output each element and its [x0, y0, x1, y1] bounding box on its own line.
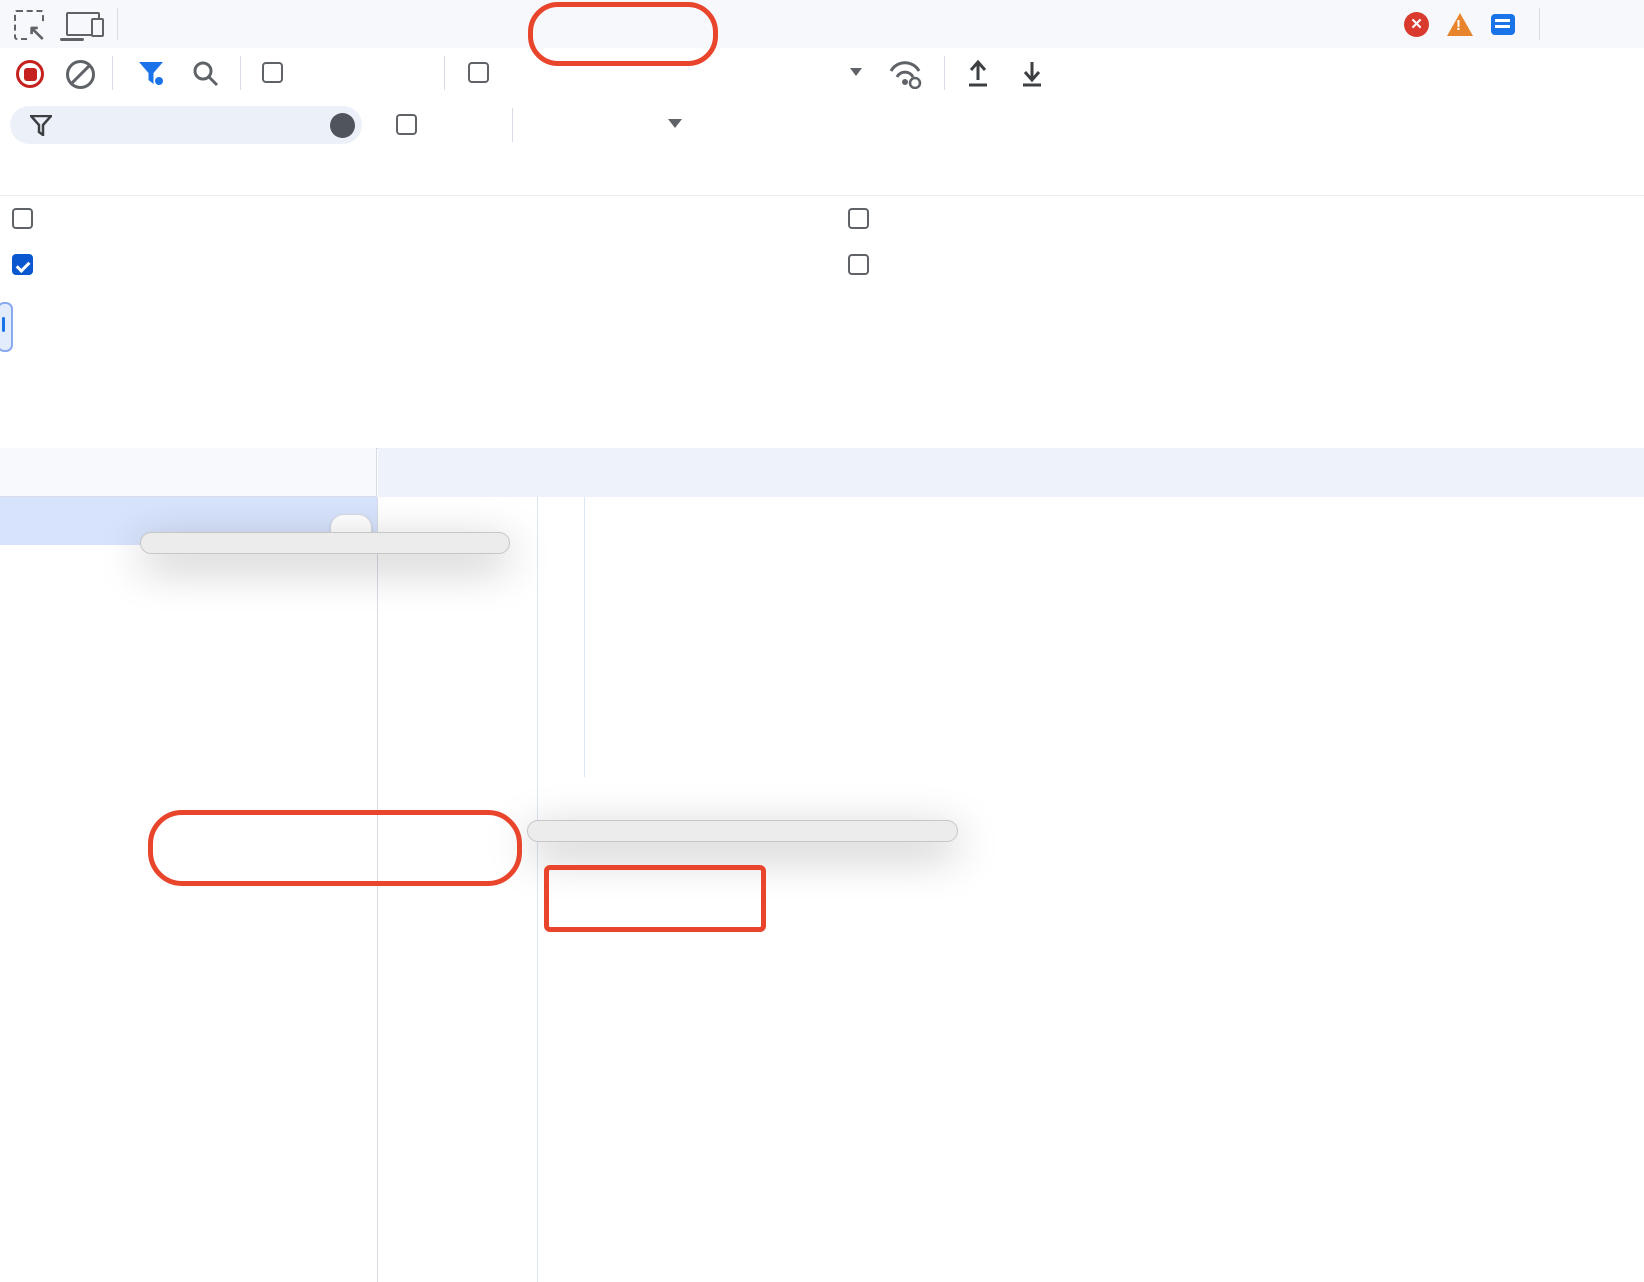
- devtools-tabbar: ↖ ✕: [0, 0, 1644, 49]
- filter-funnel-icon: [30, 115, 52, 136]
- name-column-header[interactable]: [0, 448, 377, 497]
- request-list: [0, 497, 378, 1282]
- context-menu: [140, 532, 510, 554]
- screenshots-checkbox[interactable]: [848, 254, 869, 275]
- toolbar-divider: [117, 8, 118, 40]
- toolbar-divider: [112, 56, 113, 90]
- annotation-circle-network: [528, 2, 718, 66]
- import-har-icon[interactable]: [964, 58, 992, 88]
- copy-submenu: [527, 820, 958, 842]
- detail-pane-tabbar: [378, 448, 1644, 498]
- console-badges: ✕: [1404, 0, 1524, 48]
- network-options-row-1: [0, 196, 1644, 242]
- message-icon[interactable]: [1491, 14, 1515, 35]
- throttling-caret-icon[interactable]: [850, 68, 862, 76]
- indent-guide: [537, 497, 538, 1282]
- overview-selection-handle[interactable]: [0, 302, 13, 352]
- big-request-rows-checkbox[interactable]: [12, 208, 33, 229]
- overview-checkbox[interactable]: [12, 254, 33, 275]
- network-overview-timeline[interactable]: [0, 288, 1644, 449]
- network-options-row-2: [0, 242, 1644, 288]
- error-icon[interactable]: ✕: [1404, 12, 1429, 37]
- network-conditions-icon[interactable]: [888, 59, 926, 89]
- annotation-rect-copy-as-curl: [544, 865, 766, 932]
- resource-type-chips: [0, 150, 1644, 196]
- toolbar-divider: [512, 108, 513, 142]
- filter-input[interactable]: [10, 106, 362, 144]
- indent-guide: [584, 497, 585, 777]
- devtools-window: ↖ ✕: [0, 0, 1644, 1282]
- toolbar-divider: [944, 56, 945, 90]
- toolbar-divider: [240, 56, 241, 90]
- invert-checkbox[interactable]: [396, 114, 417, 135]
- warning-icon[interactable]: [1447, 13, 1473, 36]
- export-har-icon[interactable]: [1018, 58, 1046, 88]
- search-icon[interactable]: [192, 60, 219, 87]
- device-toolbar-icon[interactable]: [66, 12, 100, 36]
- inspect-element-icon[interactable]: ↖: [14, 10, 44, 40]
- preserve-log-checkbox[interactable]: [262, 62, 283, 83]
- network-toolbar: [0, 48, 1644, 101]
- more-filters-caret-icon[interactable]: [668, 119, 682, 128]
- toolbar-divider: [444, 56, 445, 90]
- group-by-frame-checkbox[interactable]: [848, 208, 869, 229]
- annotation-circle-copy: [148, 810, 522, 886]
- inspect-cursor-icon: ↖: [28, 22, 46, 44]
- disable-cache-checkbox[interactable]: [468, 62, 489, 83]
- clear-filter-icon[interactable]: [330, 113, 355, 138]
- clear-network-log-button[interactable]: [66, 60, 95, 89]
- toolbar-divider: [1539, 8, 1540, 40]
- record-network-log-button[interactable]: [16, 60, 44, 88]
- network-filter-row: [0, 100, 1644, 150]
- filter-funnel-icon[interactable]: [138, 61, 165, 86]
